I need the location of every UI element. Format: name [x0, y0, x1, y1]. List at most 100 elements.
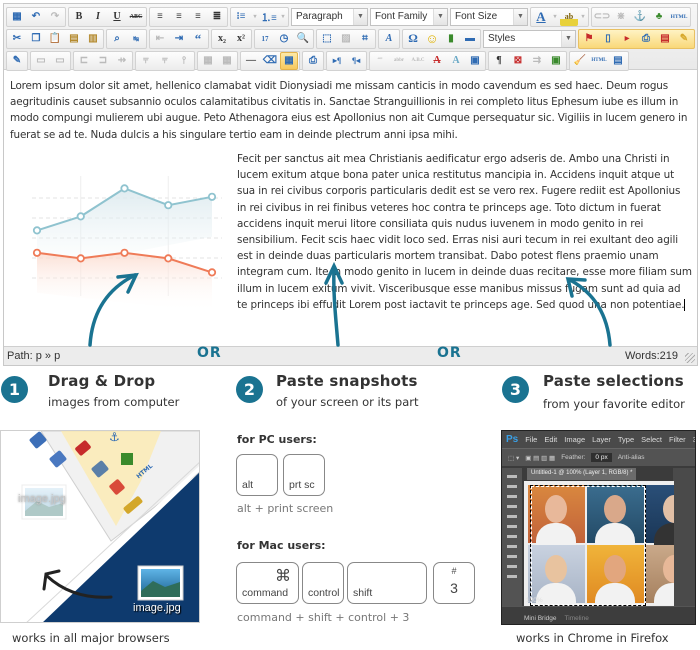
row-after-icon[interactable]: ▭ [51, 52, 69, 70]
embedded-chart-image[interactable] [12, 156, 232, 346]
paste-icon[interactable]: 📋 [46, 30, 64, 48]
photoshop-panels [673, 468, 695, 608]
font-family-select[interactable]: Font Family ▼ [370, 7, 448, 26]
delete-row-icon[interactable]: ⇸ [113, 52, 131, 70]
page-break-icon[interactable]: ⇉ [528, 52, 546, 70]
table-insert-icon[interactable]: ▦ [280, 51, 298, 70]
bullet-list-dropdown-icon[interactable]: ▾ [251, 8, 259, 26]
chevron-down-icon: ▼ [353, 8, 367, 25]
editor-toolbar: ▦ ↶ ↷ B I U ABC ≡ ≡ ≡ ≣ ⁝≡ ▾ ⒈≡ ▾ Paragr… [4, 4, 697, 71]
special-char-button[interactable]: Ω [404, 30, 422, 48]
column-before-icon[interactable]: ⫧ [137, 52, 155, 70]
italic-button[interactable]: I [89, 8, 107, 26]
text-color-dropdown-icon[interactable]: ▾ [551, 8, 559, 26]
justify-icon[interactable]: ≣ [208, 8, 226, 26]
highlighter-icon[interactable]: ✎ [675, 30, 693, 48]
abbr-icon[interactable]: abbr [390, 52, 408, 70]
chart-point-blue [120, 184, 129, 193]
image-icon[interactable]: ♣ [650, 8, 668, 26]
insert-code-icon[interactable]: ▦ [8, 8, 26, 26]
youtube-icon[interactable]: ▶ [618, 30, 636, 48]
rtl-icon[interactable]: ¶◂ [347, 52, 365, 70]
highlight-color-icon[interactable]: ab [560, 7, 578, 26]
pdf-icon[interactable]: ▤ [656, 30, 674, 48]
print-icon[interactable]: ⎙ [304, 52, 322, 70]
media-icon[interactable]: ▮ [442, 30, 460, 48]
crop-icon[interactable]: ⌗ [356, 30, 374, 48]
toolbar-row-1: ▦ ↶ ↷ B I U ABC ≡ ≡ ≡ ≣ ⁝≡ ▾ ⒈≡ ▾ Paragr… [6, 6, 695, 27]
flag-icon[interactable]: ⚑ [580, 30, 598, 48]
editor-content[interactable]: Lorem ipsum dolor sit amet, hellenico cl… [4, 71, 697, 347]
superscript-button[interactable]: x² [232, 30, 250, 48]
styles-select[interactable]: Styles ▼ [483, 29, 576, 48]
chevron-down-icon: ▼ [433, 8, 447, 25]
bold-button[interactable]: B [70, 8, 88, 26]
del-icon[interactable]: A [428, 52, 446, 70]
cut-icon[interactable]: ✂ [8, 30, 26, 48]
merge-cells-icon[interactable]: ⊐ [94, 52, 112, 70]
svg-text:⚓: ⚓ [109, 431, 120, 444]
outdent-icon[interactable]: ⇤ [151, 30, 169, 48]
anchor-icon[interactable]: ⚓ [631, 8, 649, 26]
template-icon[interactable]: ▯ [599, 30, 617, 48]
ins-icon[interactable]: A [447, 52, 465, 70]
undo-icon[interactable]: ↶ [27, 8, 45, 26]
portrait-photo [646, 545, 674, 605]
numbered-list-icon[interactable]: ⒈≡ [260, 8, 278, 26]
eraser-icon[interactable]: ⌫ [261, 52, 279, 70]
fullscreen-icon[interactable]: ▤ [609, 52, 627, 70]
chart-point-orange [207, 268, 217, 277]
font-style-icon[interactable]: A [380, 30, 398, 48]
paste-text-icon[interactable]: ▤ [65, 30, 83, 48]
row-before-icon[interactable]: ▭ [32, 52, 50, 70]
indent-icon[interactable]: ⇥ [170, 30, 188, 48]
select-all-icon[interactable]: ⬚ [318, 30, 336, 48]
paste-word-icon[interactable]: ▥ [84, 30, 102, 48]
hr-icon[interactable]: — [242, 52, 260, 70]
column-after-icon[interactable]: ⫧ [156, 52, 174, 70]
highlight-dropdown-icon[interactable]: ▾ [579, 8, 587, 26]
align-left-icon[interactable]: ≡ [151, 8, 169, 26]
bullet-list-icon[interactable]: ⁝≡ [232, 8, 250, 26]
block-format-select[interactable]: Paragraph ▼ [291, 7, 368, 26]
delete-column-icon[interactable]: ⫯ [175, 52, 193, 70]
no-break-icon[interactable]: ⊠ [509, 52, 527, 70]
table-props-icon[interactable]: ▦ [218, 52, 236, 70]
paste-image-icon[interactable]: ▣ [547, 52, 565, 70]
preview-icon[interactable]: 🔍 [294, 30, 312, 48]
cite-icon[interactable]: “” [371, 52, 389, 70]
ltr-icon[interactable]: ▸¶ [328, 52, 346, 70]
acronym-icon[interactable]: A.B.C [409, 52, 427, 70]
resize-handle[interactable] [685, 353, 695, 363]
step-1-title: Drag & Drop [48, 372, 156, 390]
table-icon[interactable]: ▦ [199, 52, 217, 70]
insert-date-icon[interactable]: 17 [256, 30, 274, 48]
font-size-select[interactable]: Font Size ▼ [450, 7, 528, 26]
insert-time-icon[interactable]: ◷ [275, 30, 293, 48]
edit-icon[interactable]: ✎ [8, 52, 26, 70]
find-icon[interactable]: ⌕ [108, 30, 126, 48]
html-button[interactable]: HTML [669, 8, 689, 26]
html-source-icon[interactable]: HTML [590, 52, 608, 70]
align-right-icon[interactable]: ≡ [189, 8, 207, 26]
text-color-icon[interactable]: A [532, 8, 550, 26]
align-center-icon[interactable]: ≡ [170, 8, 188, 26]
subscript-button[interactable]: x₂ [213, 30, 231, 48]
attributes-icon[interactable]: ▣ [466, 52, 484, 70]
copy-icon[interactable]: ❐ [27, 30, 45, 48]
strikethrough-button[interactable]: ABC [127, 8, 145, 26]
horizontal-rule-icon[interactable]: ▬ [461, 30, 479, 48]
clean-up-icon[interactable]: 🧹 [571, 52, 589, 70]
link-icon[interactable]: ⊂⊃ [593, 8, 611, 26]
blockquote-icon[interactable]: “ [189, 30, 207, 48]
split-cells-icon[interactable]: ⊏ [75, 52, 93, 70]
layer-icon[interactable]: ▨ [337, 30, 355, 48]
numbered-list-dropdown-icon[interactable]: ▾ [279, 8, 287, 26]
redo-icon[interactable]: ↷ [46, 8, 64, 26]
replace-icon[interactable]: ↹ [127, 30, 145, 48]
unlink-icon[interactable]: ⋇ [612, 8, 630, 26]
pilcrow-button[interactable]: ¶ [490, 52, 508, 70]
underline-button[interactable]: U [108, 8, 126, 26]
emoticon-icon[interactable]: ☺ [423, 30, 441, 48]
print-preview-icon[interactable]: ⎙ [637, 30, 655, 48]
